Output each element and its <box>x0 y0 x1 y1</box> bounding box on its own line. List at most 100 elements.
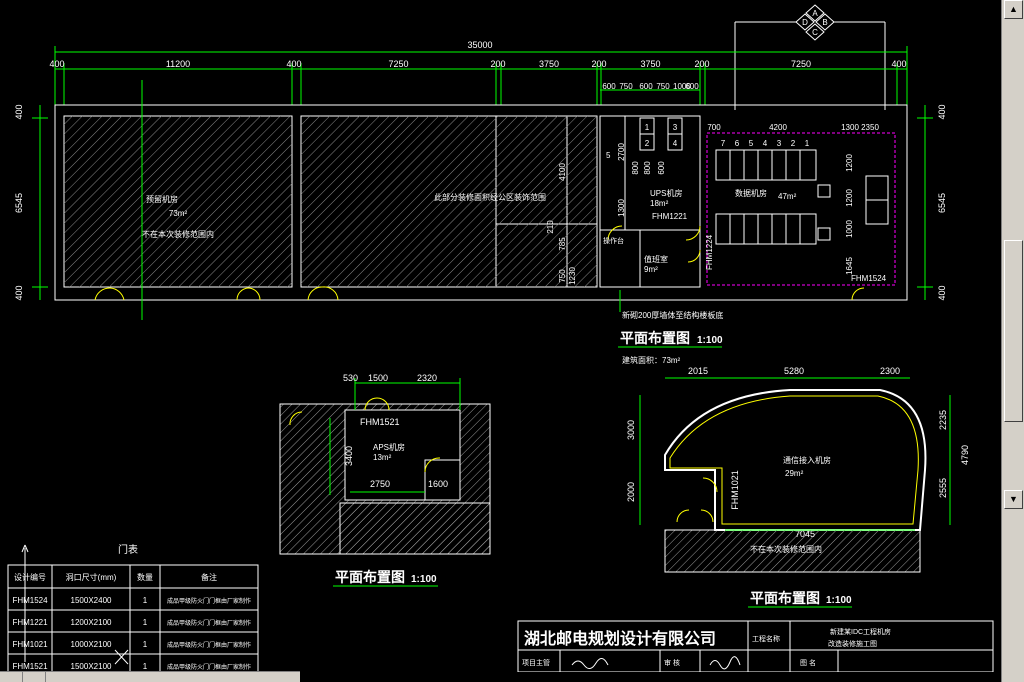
mid-dim-2: 1300 <box>617 199 626 217</box>
door-table-cell: 1200X2100 <box>71 618 112 627</box>
small-plan-title: 平面布置图 1:100 <box>333 569 438 587</box>
dim-row-label: 400 <box>49 59 64 69</box>
compass-d: D <box>802 18 808 27</box>
dim-row-label: 200 <box>694 59 709 69</box>
small-dim-w: 2750 <box>370 479 390 489</box>
main-title-scale: 1:100 <box>697 335 723 346</box>
wall-note: 新砌200厚墙体至结构楼板底 <box>622 310 723 320</box>
cad-drawing[interactable]: A D B C 35000 400 11200 400 7250 200 3750 200 3… <box>0 0 1002 672</box>
small-room-area: 13m² <box>373 453 392 462</box>
dim-row-label: 7250 <box>388 59 408 69</box>
scroll-up-button[interactable]: ▲ <box>1004 0 1023 19</box>
compass-c: C <box>812 28 818 37</box>
stack-dim-1: 800 <box>643 161 652 175</box>
left-dim-2: 400 <box>14 285 24 300</box>
equipment-box-2 <box>817 227 831 241</box>
right-left-dim-0: 3000 <box>626 420 636 440</box>
mid-dim-5: 750 <box>558 269 567 283</box>
tab-model[interactable] <box>0 672 24 682</box>
vertical-scrollbar[interactable]: ▲ ▼ <box>1001 0 1024 682</box>
rack-number: 3 <box>777 139 782 148</box>
door-table-cell: FHM1524 <box>12 596 48 605</box>
stack-num-3: 3 <box>673 123 678 132</box>
mid-dim-3: 210 <box>546 220 555 234</box>
dim-row-label: 400 <box>286 59 301 69</box>
mid-dim-1: 2700 <box>617 143 626 161</box>
equipment-box-1 <box>817 184 831 198</box>
equipment-room-boundary <box>706 132 896 286</box>
rack-number: 5 <box>749 139 754 148</box>
room1-area: 73m² <box>169 209 188 218</box>
right-title-scale: 1:100 <box>826 595 852 606</box>
area-five: 5 <box>606 151 611 160</box>
scroll-thumb[interactable] <box>1004 240 1023 422</box>
main-title-text: 平面布置图 <box>620 330 690 346</box>
right-room-area: 29m² <box>785 469 804 478</box>
dim-row-label: 200 <box>490 59 505 69</box>
ups-room-area: 18m² <box>650 199 669 208</box>
small-dim-h: 3400 <box>344 446 354 466</box>
door-table-caption: 门表 <box>118 543 138 556</box>
door-table-cell: 1 <box>143 618 148 627</box>
left-dim-1: 6545 <box>14 193 24 213</box>
inner-dim-2: 1300 <box>841 123 859 132</box>
dim-row-label: 11200 <box>166 59 190 69</box>
mid-dim-0: 4100 <box>558 163 567 181</box>
sub-dim-0: 600 <box>602 82 616 91</box>
door-table-cell: 成品甲级防火门门框由厂家制作 <box>167 641 251 649</box>
scroll-down-button[interactable]: ▼ <box>1004 490 1023 509</box>
small-top-dim-0: 530 <box>343 373 358 383</box>
operation-label: 操作台 <box>603 236 624 245</box>
compass-a: A <box>812 9 818 18</box>
right-right-dim-0: 2235 <box>938 410 948 430</box>
compass-icon: A D B C <box>734 4 886 110</box>
inner-dim-0: 700 <box>707 123 721 132</box>
right-title-text: 平面布置图 <box>750 590 820 606</box>
reserved-room-hatch <box>64 116 292 287</box>
main-area-note: 建筑面积：73m² <box>622 355 681 365</box>
sub-dim-5: 600 <box>685 82 699 91</box>
dim-row-label: 400 <box>891 59 906 69</box>
door-table-cell: 1 <box>143 596 148 605</box>
door-table-cell: FHM1221 <box>12 618 48 627</box>
compass-b: B <box>822 18 827 27</box>
right-bottom-dim: 7045 <box>795 529 815 539</box>
tab-layout[interactable] <box>23 672 47 682</box>
stack-num-2: 2 <box>645 139 650 148</box>
right-door-label: FHM1021 <box>730 470 740 510</box>
inner-dim-5: 1200 <box>845 189 854 207</box>
door-table-header-1: 洞口尺寸(mm) <box>66 572 117 582</box>
duty-room-name: 值班室 <box>644 254 668 264</box>
project-name-1: 新建某IDC工程机房 <box>830 627 891 636</box>
right-room-name: 通信接入机房 <box>783 455 831 465</box>
project-label: 工程名称 <box>752 634 780 643</box>
small-plan <box>279 378 491 555</box>
title-row-c: 图 名 <box>800 658 816 667</box>
dim-row-label: 3750 <box>539 59 559 69</box>
sub-dim-2: 600 <box>639 82 653 91</box>
rack-number: 1 <box>805 139 810 148</box>
door-table-cell: 成品甲级防火门门框由厂家制作 <box>167 663 251 671</box>
small-title-text: 平面布置图 <box>335 569 405 585</box>
door-table-cell: 1 <box>143 640 148 649</box>
ups-room-name: UPS机房 <box>650 188 682 198</box>
room1-note: 不在本次装修范围内 <box>142 229 214 239</box>
small-room-name: APS机房 <box>373 442 405 452</box>
signature-2 <box>709 656 741 670</box>
rack-row-2 <box>715 213 817 245</box>
sub-dim-1: 750 <box>619 82 633 91</box>
rack-number: 6 <box>735 139 740 148</box>
door-table-cell: 1000X2100 <box>71 640 112 649</box>
title-row-b: 审 核 <box>664 658 680 667</box>
door-table-cell: 成品甲级防火门门框由厂家制作 <box>167 597 251 605</box>
door-table: 门表 设计编号 洞口尺寸(mm) 数量 备注 FHM1524 1500X2400 1… <box>7 543 259 672</box>
sub-dim-3: 750 <box>656 82 670 91</box>
door-table-cell: 1500X2100 <box>71 662 112 671</box>
right-top-dim-2: 2300 <box>880 366 900 376</box>
door-label-fhm1524: FHM1524 <box>851 274 887 283</box>
small-dim-w2: 1600 <box>428 479 448 489</box>
door-table-cell: FHM1021 <box>12 640 48 649</box>
rack-row-1 <box>715 149 817 181</box>
layout-tab-bar[interactable] <box>0 671 300 682</box>
room1-name: 预留机房 <box>146 194 178 204</box>
